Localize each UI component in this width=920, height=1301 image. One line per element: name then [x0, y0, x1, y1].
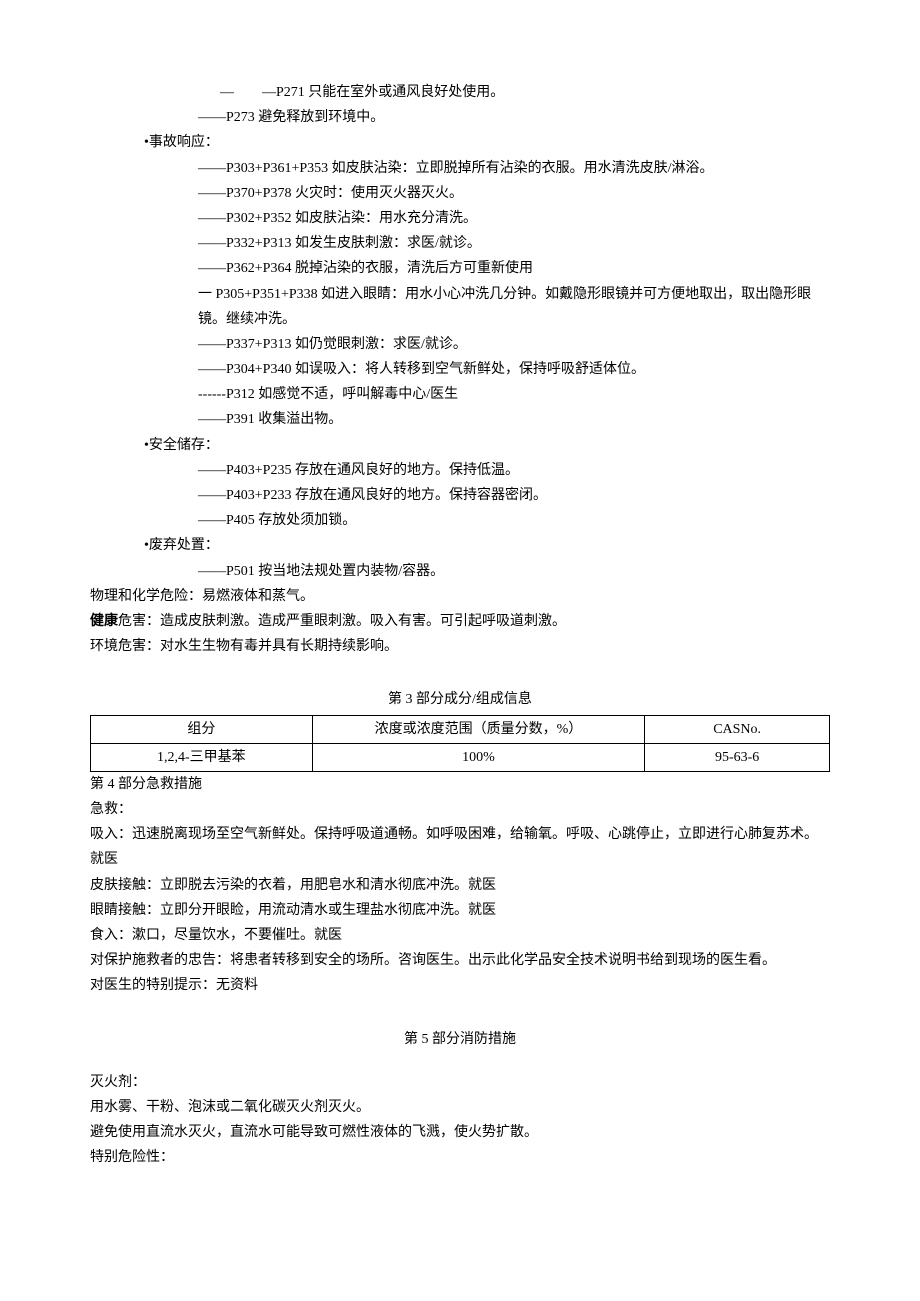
extinguisher-text: 用水雾、干粉、泡沫或二氧化碳灭火剂灭火。: [90, 1095, 830, 1120]
cell-component: 1,2,4-三甲基苯: [91, 743, 313, 771]
first-aid-label: 急救：: [90, 797, 830, 822]
special-hazard-label: 特别危险性：: [90, 1145, 830, 1170]
section-5-title: 第 5 部分消防措施: [90, 1027, 830, 1052]
health-text: 危害：造成皮肤刺激。造成严重眼刺激。吸入有害。可引起呼吸道刺激。: [118, 614, 566, 629]
col-concentration: 浓度或浓度范围（质量分数，%）: [312, 715, 645, 743]
subsection-disposal: •废弃处置：: [90, 533, 830, 558]
env-hazard: 环境危害：对水生生物有毒并具有长期持续影响。: [90, 634, 830, 659]
precaution-line: — —P271 只能在室外或通风良好处使用。: [90, 80, 830, 105]
precaution-line: ——P362+P364 脱掉沾染的衣服，清洗后方可重新使用: [90, 256, 830, 281]
physical-chemical-hazard: 物理和化学危险：易燃液体和蒸气。: [90, 584, 830, 609]
col-cas: CASNo.: [645, 715, 830, 743]
precaution-line: ——P303+P361+P353 如皮肤沾染：立即脱掉所有沾染的衣服。用水清洗皮…: [90, 156, 830, 181]
subsection-storage: •安全储存：: [90, 433, 830, 458]
cell-cas: 95-63-6: [645, 743, 830, 771]
precaution-line: ——P405 存放处须加锁。: [90, 508, 830, 533]
col-component: 组分: [91, 715, 313, 743]
precaution-line: 一 P305+P351+P338 如进入眼睛：用水小心冲洗几分钟。如戴隐形眼镜并…: [90, 282, 830, 332]
doctor-note: 对医生的特别提示：无资料: [90, 973, 830, 998]
first-aid-eye: 眼睛接触：立即分开眼睑，用流动清水或生理盐水彻底冲洗。就医: [90, 898, 830, 923]
precaution-line: ——P501 按当地法规处置内装物/容器。: [90, 559, 830, 584]
section-4-title: 第 4 部分急救措施: [90, 772, 830, 797]
precaution-line: ——P370+P378 火灾时：使用灭火器灭火。: [90, 181, 830, 206]
table-header-row: 组分 浓度或浓度范围（质量分数，%） CASNo.: [91, 715, 830, 743]
precaution-line: ------P312 如感觉不适，呼叫解毒中心/医生: [90, 382, 830, 407]
composition-table: 组分 浓度或浓度范围（质量分数，%） CASNo. 1,2,4-三甲基苯 100…: [90, 715, 830, 772]
precaution-line: ——P304+P340 如误吸入：将人转移到空气新鲜处，保持呼吸舒适体位。: [90, 357, 830, 382]
first-aid-ingest: 食入：漱口，尽量饮水，不要催吐。就医: [90, 923, 830, 948]
first-aid-inhale: 吸入：迅速脱离现场至空气新鲜处。保持呼吸道通畅。如呼吸困难，给输氧。呼吸、心跳停…: [90, 822, 830, 872]
precaution-line: ——P403+P235 存放在通风良好的地方。保持低温。: [90, 458, 830, 483]
section-3-title: 第 3 部分成分/组成信息: [90, 687, 830, 712]
health-hazard: 健康危害：造成皮肤刺激。造成严重眼刺激。吸入有害。可引起呼吸道刺激。: [90, 609, 830, 634]
precaution-line: ——P337+P313 如仍觉眼刺激：求医/就诊。: [90, 332, 830, 357]
precaution-line: ——P391 收集溢出物。: [90, 407, 830, 432]
subsection-incident: •事故响应：: [90, 130, 830, 155]
precaution-line: ——P273 避免释放到环境中。: [90, 105, 830, 130]
first-aid-skin: 皮肤接触：立即脱去污染的衣着，用肥皂水和清水彻底冲洗。就医: [90, 873, 830, 898]
table-row: 1,2,4-三甲基苯 100% 95-63-6: [91, 743, 830, 771]
extinguisher-avoid: 避免使用直流水灭火，直流水可能导致可燃性液体的飞溅，使火势扩散。: [90, 1120, 830, 1145]
precaution-line: ——P332+P313 如发生皮肤刺激：求医/就诊。: [90, 231, 830, 256]
cell-concentration: 100%: [312, 743, 645, 771]
precaution-line: ——P302+P352 如皮肤沾染：用水充分清洗。: [90, 206, 830, 231]
health-label: 健康: [90, 614, 118, 629]
rescuer-advice: 对保护施救者的忠告：将患者转移到安全的场所。咨询医生。出示此化学品安全技术说明书…: [90, 948, 830, 973]
precaution-line: ——P403+P233 存放在通风良好的地方。保持容器密闭。: [90, 483, 830, 508]
extinguisher-label: 灭火剂：: [90, 1070, 830, 1095]
